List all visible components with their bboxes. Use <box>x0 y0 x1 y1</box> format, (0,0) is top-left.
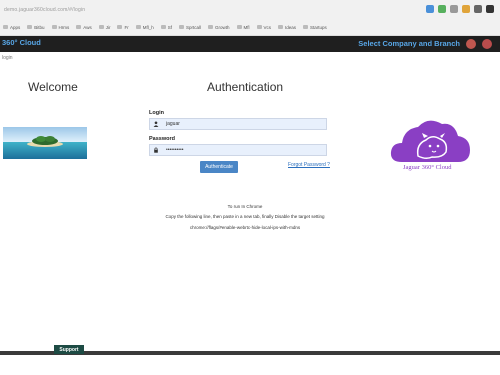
bookmark-item[interactable]: Mfl_h <box>135 25 154 30</box>
chrome-flags-url[interactable]: chrome://flags/#enable-webrtc-hide-local… <box>0 225 490 230</box>
extension-icons <box>426 5 494 13</box>
logo-text: Jaguar 360° Cloud <box>403 164 452 171</box>
bookmark-icon <box>51 25 57 29</box>
login-field[interactable]: jaguar <box>149 118 327 130</box>
bookmark-item[interactable]: Jir <box>98 25 110 30</box>
bookmark-icon <box>135 25 141 29</box>
bookmark-icon <box>76 25 82 29</box>
bookmark-icon <box>27 25 33 29</box>
browser-chrome: demo.jaguar360cloud.com/#/login Apps Bit… <box>0 0 500 36</box>
language-icon[interactable] <box>482 39 492 49</box>
bookmark-icon <box>256 25 262 29</box>
welcome-heading: Welcome <box>28 80 78 94</box>
chrome-instruction-title: To run In Chrome <box>227 204 263 209</box>
bookmark-item[interactable]: Fr <box>117 25 129 30</box>
bookmark-item[interactable]: Mfl <box>236 25 250 30</box>
forgot-password-link[interactable]: Forgot Password ? <box>288 162 330 168</box>
bookmark-item[interactable]: Sprtcall <box>178 25 201 30</box>
menu-icon[interactable] <box>486 5 494 13</box>
bookmark-item[interactable]: Vcs <box>256 25 271 30</box>
bookmark-icon <box>303 25 309 29</box>
island-image <box>3 127 87 159</box>
password-field[interactable]: •••••••••• <box>149 144 327 156</box>
bookmark-icon <box>117 25 123 29</box>
bookmark-item[interactable]: Growth <box>208 25 230 30</box>
url-text: demo.jaguar360cloud.com/#/login <box>4 6 86 13</box>
extension-icon[interactable] <box>450 5 458 13</box>
password-value: •••••••••• <box>166 147 184 153</box>
chrome-instruction-text: Copy the following line, then paste in a… <box>165 214 325 219</box>
login-value: jaguar <box>166 121 180 127</box>
jaguar-cloud-logo <box>390 120 470 162</box>
extension-icon[interactable] <box>474 5 482 13</box>
address-bar[interactable]: demo.jaguar360cloud.com/#/login <box>0 0 500 19</box>
bookmark-icon <box>160 25 166 29</box>
bookmark-icon <box>178 25 184 29</box>
bookmark-icon <box>278 25 284 29</box>
app-title[interactable]: 360° Cloud <box>2 38 41 47</box>
extension-icon[interactable] <box>438 5 446 13</box>
bookmark-icon <box>208 25 213 29</box>
authentication-heading: Authentication <box>207 80 284 94</box>
app-header: 360° Cloud Select Company and Branch <box>0 36 500 52</box>
support-button[interactable]: Support <box>54 345 84 354</box>
authenticate-button[interactable]: Authenticate <box>200 161 238 173</box>
bookmark-item[interactable]: Ideas <box>278 25 296 30</box>
bookmark-icon <box>98 25 104 29</box>
bookmark-item[interactable]: Hrms <box>51 25 69 30</box>
extension-icon[interactable] <box>462 5 470 13</box>
bookmark-item[interactable]: Bitbu <box>27 25 45 30</box>
page-sub-label: login <box>2 55 13 61</box>
bookmark-item[interactable]: Aws <box>76 25 92 30</box>
bookmark-item[interactable]: Apps <box>3 25 20 30</box>
select-company-link[interactable]: Select Company and Branch <box>358 39 460 48</box>
bookmark-icon <box>3 25 8 29</box>
bookmark-icon <box>236 25 242 29</box>
bookmark-item[interactable]: Startups <box>303 25 327 30</box>
lock-icon <box>150 145 162 155</box>
password-label: Password <box>149 136 175 142</box>
bookmarks-bar: Apps Bitbu Hrms Aws Jir Fr Mfl_h Sf Sprt… <box>0 19 500 36</box>
flag-icon[interactable] <box>466 39 476 49</box>
login-label: Login <box>149 110 164 116</box>
bookmark-item[interactable]: Sf <box>160 25 172 30</box>
user-icon <box>150 119 162 129</box>
extension-icon[interactable] <box>426 5 434 13</box>
